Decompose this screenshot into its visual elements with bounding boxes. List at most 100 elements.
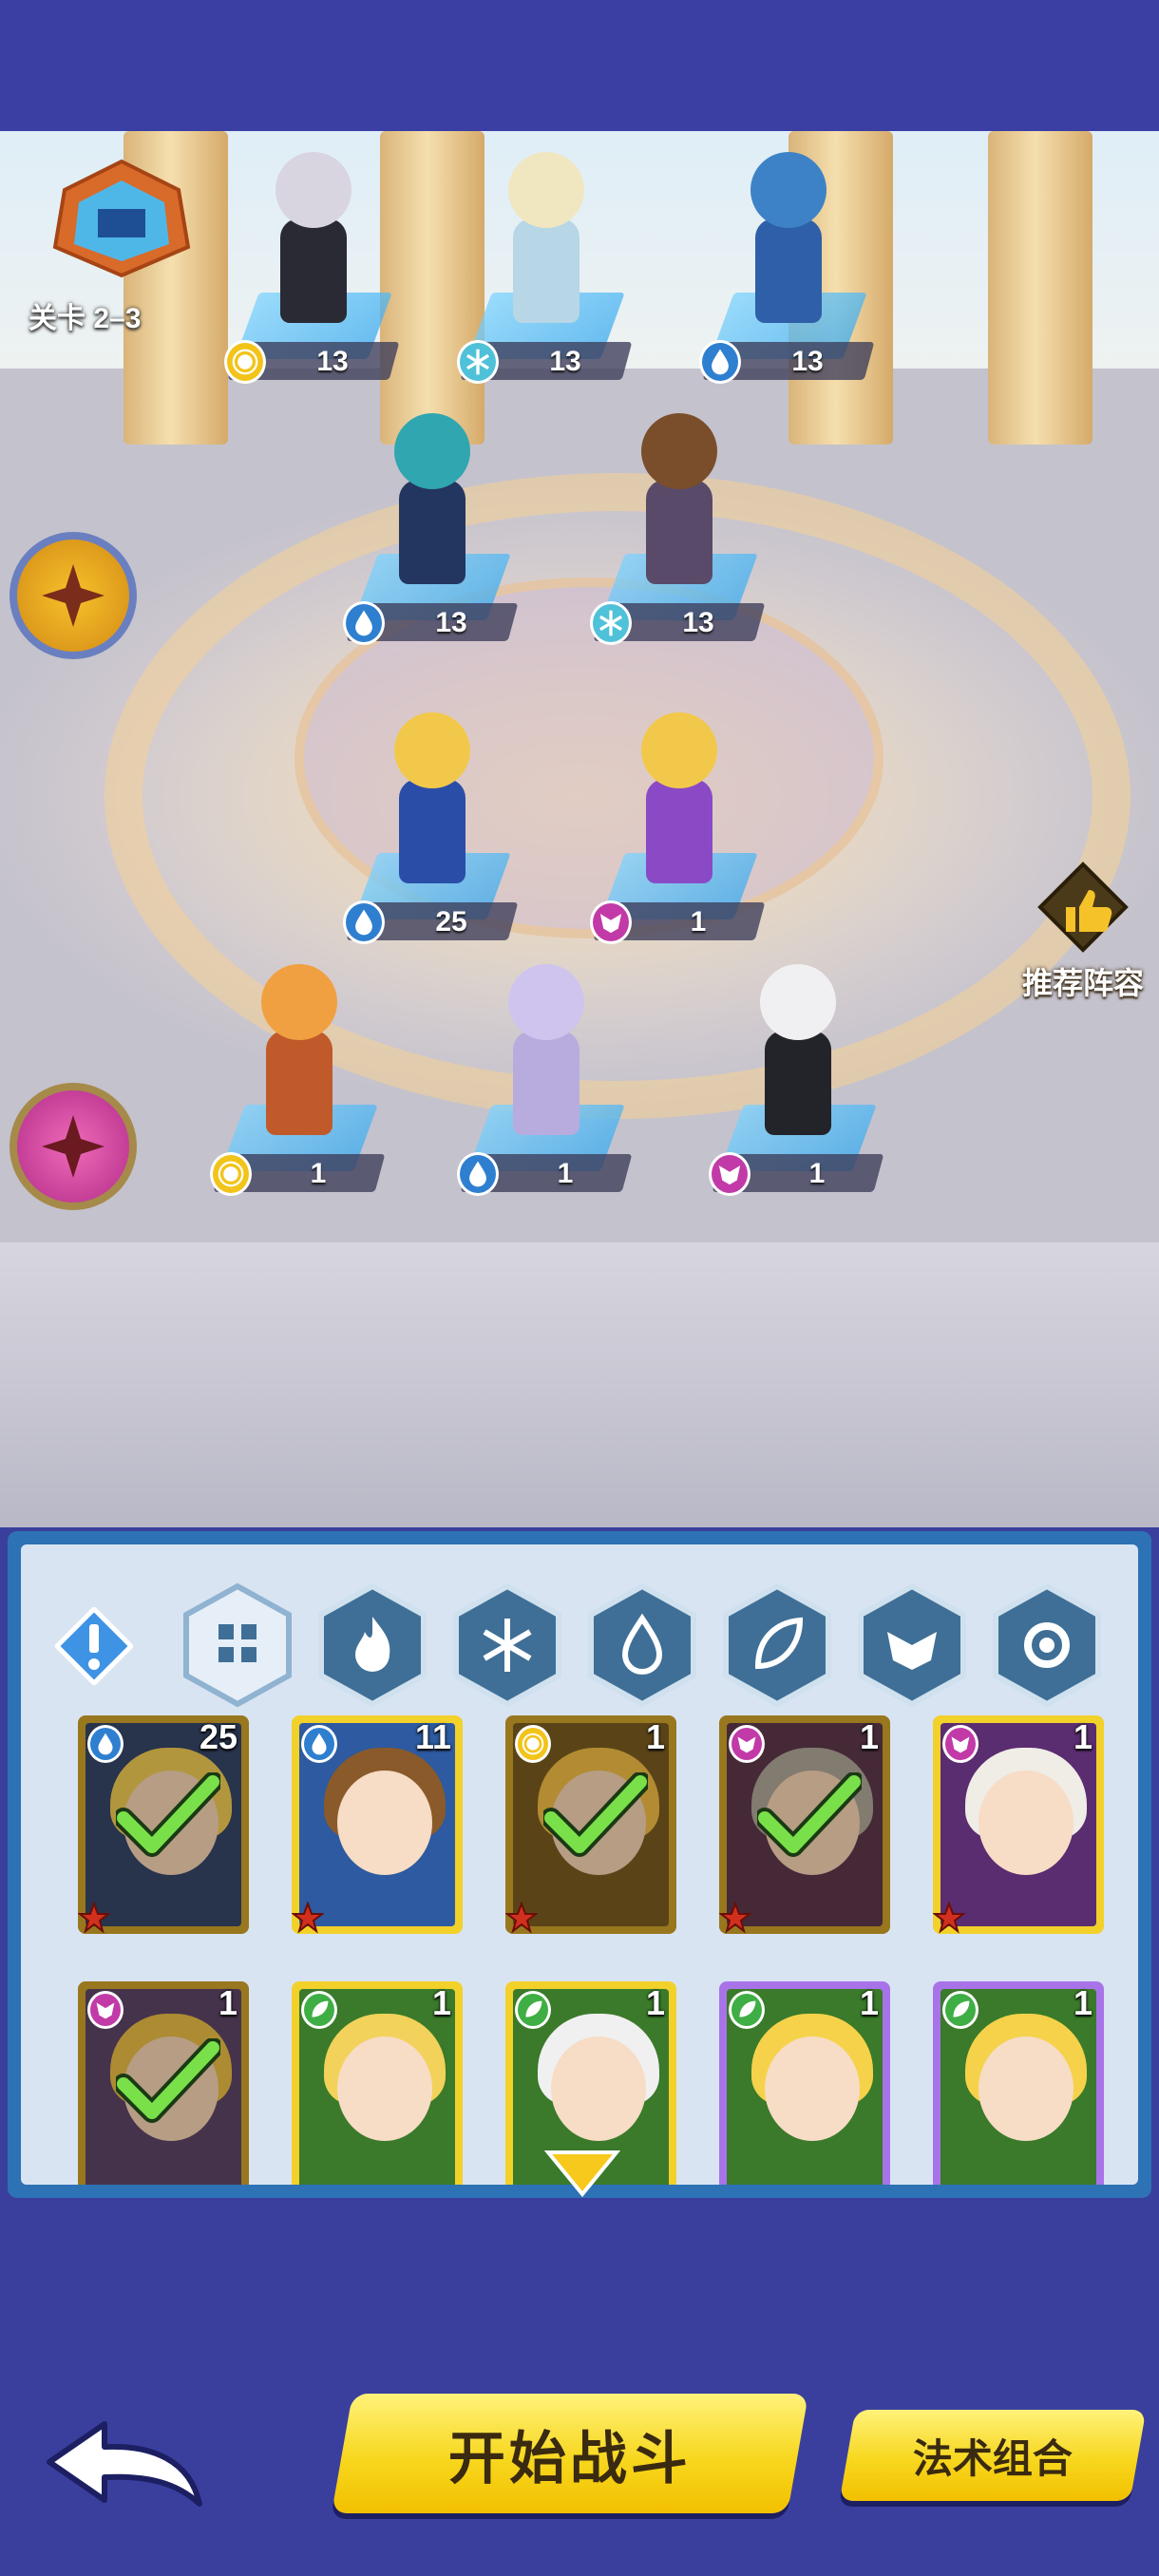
light-element-icon	[515, 1725, 551, 1763]
hero-level: 1	[690, 906, 707, 938]
formation-medal-icon[interactable]	[10, 1083, 137, 1210]
hero-card[interactable]: 1	[719, 1981, 890, 2185]
hero-level: 25	[435, 906, 467, 938]
hero-figure	[261, 152, 366, 332]
fire-icon	[318, 1582, 427, 1708]
dark-element-icon	[87, 1991, 124, 2029]
back-arrow-icon[interactable]	[38, 2413, 209, 2517]
check-icon	[757, 1772, 862, 1857]
dark-icon	[858, 1582, 966, 1708]
hero-level: 13	[549, 346, 581, 377]
hero-count: 1	[1073, 1983, 1092, 2022]
hero-count: 1	[859, 1983, 879, 2022]
leaf-filter-button[interactable]	[720, 1582, 834, 1708]
hero-slot[interactable]: 1	[451, 955, 641, 1202]
check-icon	[116, 2038, 220, 2123]
hero-slot[interactable]: 25	[337, 703, 527, 950]
hero-level: 1	[310, 1158, 327, 1189]
fire-filter-button[interactable]	[315, 1582, 429, 1708]
ice-element-icon	[457, 340, 499, 384]
hero-count: 1	[218, 1983, 238, 2022]
hero-count: 1	[645, 1717, 665, 1756]
hero-figure	[247, 964, 352, 1145]
hero-figure	[494, 152, 598, 332]
star-icon	[719, 1902, 751, 1934]
hero-level: 13	[435, 607, 467, 638]
hero-slot[interactable]: 1	[584, 703, 774, 950]
dark-element-icon	[942, 1725, 978, 1763]
hero-slot[interactable]: 1	[204, 955, 394, 1202]
hero-slot[interactable]: 13	[218, 142, 408, 389]
hero-card[interactable]: 1	[505, 1715, 676, 1934]
hero-level: 13	[316, 346, 349, 377]
water-filter-button[interactable]	[585, 1582, 699, 1708]
hero-count: 1	[431, 1983, 451, 2022]
hero-slot[interactable]: 1	[703, 955, 893, 1202]
ice-icon	[453, 1582, 561, 1708]
light-icon	[993, 1582, 1101, 1708]
light-element-icon	[210, 1152, 252, 1196]
hero-card[interactable]: 1	[933, 1981, 1104, 2185]
light-filter-button[interactable]	[990, 1582, 1104, 1708]
hero-count: 25	[199, 1717, 238, 1756]
spell-combo-button[interactable]: 法术组合	[839, 2410, 1147, 2501]
hero-count: 1	[859, 1717, 879, 1756]
dark-element-icon	[729, 1725, 765, 1763]
water-element-icon	[457, 1152, 499, 1196]
hero-card[interactable]: 1	[933, 1715, 1104, 1934]
hero-count: 1	[645, 1983, 665, 2022]
star-icon	[292, 1902, 324, 1934]
roster-inner: 25 11 1 1 1 1 1 1 1 1	[21, 1544, 1138, 2185]
all-filter-button[interactable]	[180, 1582, 294, 1708]
hero-count: 1	[1073, 1717, 1092, 1756]
check-icon	[116, 1772, 220, 1857]
hero-figure	[627, 712, 732, 893]
hero-card[interactable]: 1	[292, 1981, 463, 2185]
leaf-icon	[723, 1582, 831, 1708]
recommend-lineup-button[interactable]: 推荐阵容	[1016, 860, 1150, 1003]
start-battle-button[interactable]: 开始战斗	[331, 2394, 809, 2513]
hero-count: 11	[414, 1717, 451, 1756]
hero-card[interactable]: 1	[78, 1981, 249, 2185]
hero-slot[interactable]: 13	[451, 142, 641, 389]
top-bar	[0, 0, 1159, 131]
water-element-icon	[301, 1725, 337, 1763]
info-icon[interactable]	[55, 1607, 133, 1685]
hero-level: 13	[682, 607, 714, 638]
star-icon	[505, 1902, 538, 1934]
check-icon	[543, 1772, 648, 1857]
hero-level: 13	[791, 346, 824, 377]
water-icon	[588, 1582, 696, 1708]
leaf-element-icon	[301, 1991, 337, 2029]
hero-slot[interactable]: 13	[337, 404, 527, 651]
ice-filter-button[interactable]	[450, 1582, 564, 1708]
spell-combo-label: 法术组合	[912, 2435, 1073, 2481]
scroll-down-icon[interactable]	[544, 2149, 620, 2198]
leaf-element-icon	[729, 1991, 765, 2029]
water-element-icon	[343, 601, 385, 645]
hero-figure	[746, 964, 850, 1145]
hero-card[interactable]: 25	[78, 1715, 249, 1934]
water-element-icon	[87, 1725, 124, 1763]
dark-filter-button[interactable]	[855, 1582, 969, 1708]
hero-card[interactable]: 1	[719, 1715, 890, 1934]
water-element-icon	[343, 900, 385, 944]
light-element-icon	[224, 340, 266, 384]
pillar	[988, 131, 1092, 445]
start-battle-label: 开始战斗	[448, 2426, 692, 2491]
hero-figure	[627, 413, 732, 594]
stage-badge-icon[interactable]	[46, 157, 198, 280]
hero-figure	[736, 152, 841, 332]
thumbs-up-icon	[1037, 862, 1129, 953]
stage-label: 关卡 2–3	[28, 303, 142, 334]
dark-element-icon	[709, 1152, 750, 1196]
hero-slot[interactable]: 13	[694, 142, 884, 389]
hero-level: 1	[557, 1158, 574, 1189]
hero-figure	[380, 712, 484, 893]
leaf-element-icon	[942, 1991, 978, 2029]
hero-figure	[494, 964, 598, 1145]
hero-card[interactable]: 11	[292, 1715, 463, 1934]
formation-medal-icon[interactable]	[10, 532, 137, 659]
hero-slot[interactable]: 13	[584, 404, 774, 651]
water-element-icon	[699, 340, 741, 384]
